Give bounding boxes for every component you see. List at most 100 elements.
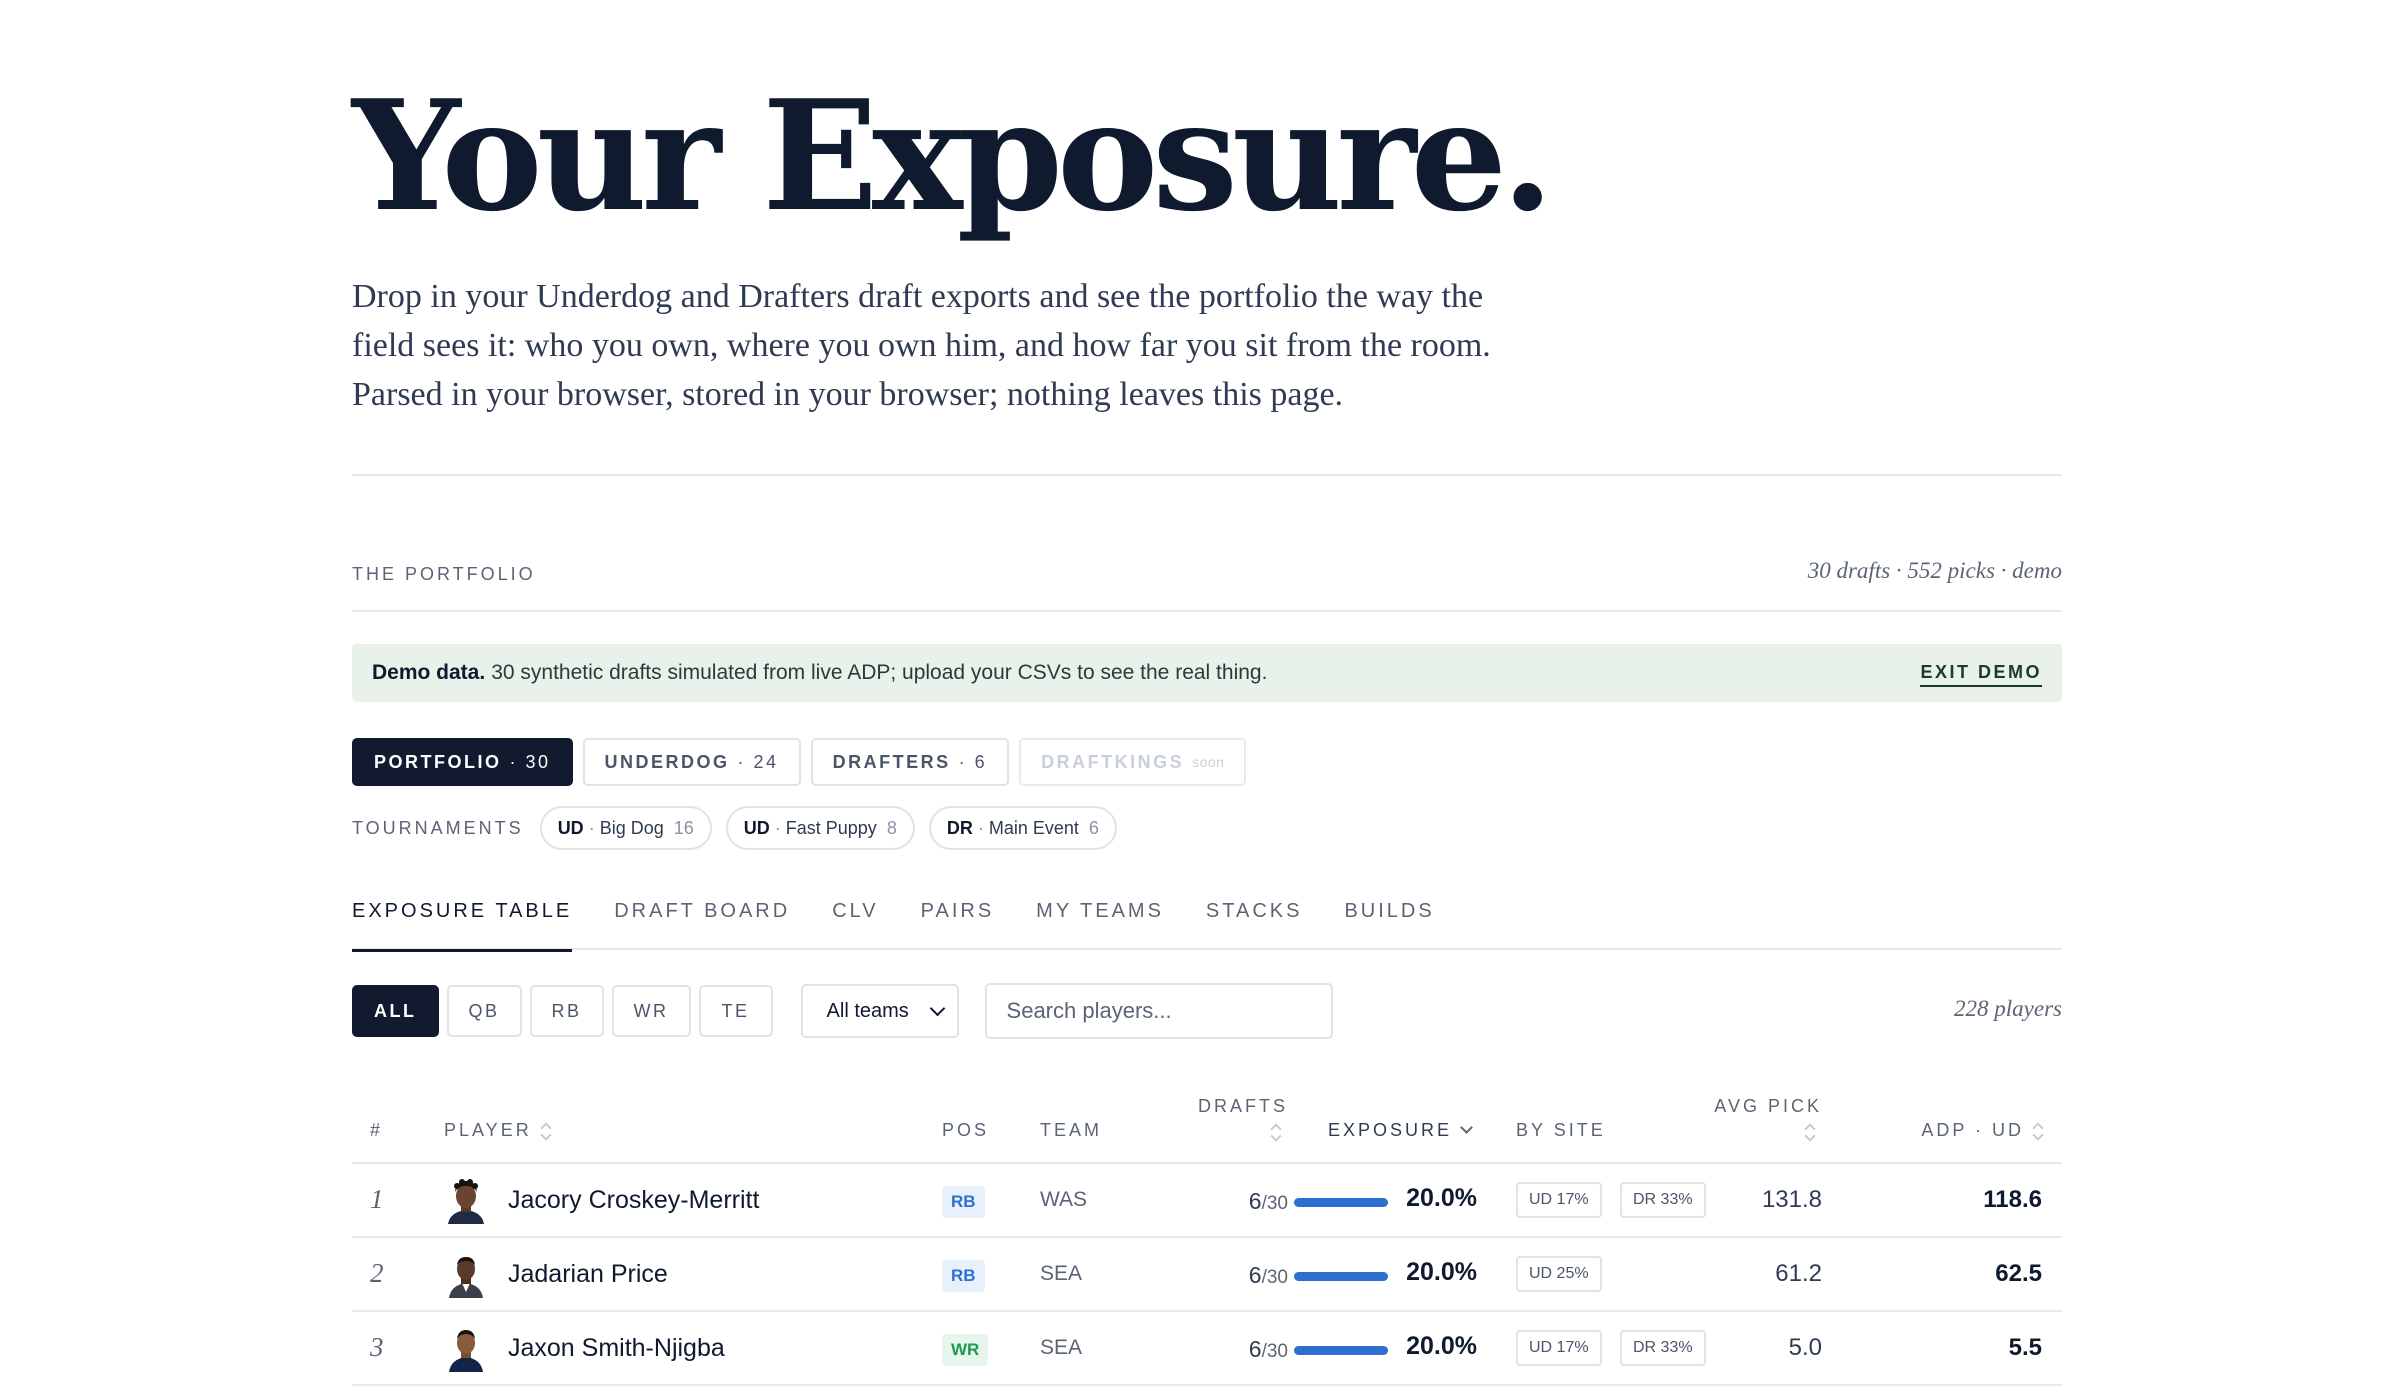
- col-rank: #: [370, 1120, 384, 1140]
- position-filter-wr[interactable]: WR: [611, 985, 691, 1037]
- col-exposure[interactable]: EXPOSURE: [1328, 1120, 1473, 1141]
- demo-banner: Demo data. 30 synthetic drafts simulated…: [352, 644, 2062, 702]
- drafts-count: 6: [1248, 1262, 1262, 1288]
- col-player-label: PLAYER: [444, 1120, 532, 1140]
- chip-name: Fast Puppy: [785, 817, 877, 838]
- page-title: Your Exposure.: [352, 66, 1554, 245]
- tournament-chip-fast-puppy[interactable]: UD · Fast Puppy 8: [725, 806, 915, 850]
- chip-count: 8: [886, 817, 897, 838]
- team: SEA: [1040, 1262, 1083, 1285]
- position-filter-te[interactable]: TE: [698, 985, 773, 1037]
- player-avatar: [449, 1257, 483, 1298]
- tab-portfolio[interactable]: PORTFOLIO · 30: [352, 738, 573, 786]
- player-avatar: [448, 1179, 484, 1224]
- team: SEA: [1040, 1336, 1083, 1359]
- avg-pick: 61.2: [1775, 1260, 1822, 1287]
- drafts-count: 6: [1248, 1188, 1262, 1214]
- site-exposure-chip: DR 33%: [1620, 1182, 1706, 1218]
- table-row[interactable]: 2 Jadarian Price RB SEA 6/30 20.0% UD 25…: [352, 1238, 2062, 1312]
- tab-draft-board[interactable]: DRAFT BOARD: [614, 894, 790, 950]
- tab-count: · 6: [958, 751, 988, 772]
- exit-demo-button[interactable]: EXIT DEMO: [1920, 662, 2042, 687]
- drafts-total: /30: [1261, 1267, 1288, 1288]
- tab-label: DRAFTKINGS: [1041, 751, 1185, 772]
- tab-label: PORTFOLIO: [374, 751, 502, 772]
- chip-count: 6: [1088, 817, 1099, 838]
- table-row[interactable]: 1 Jacory Croskey-Merritt RB WAS 6/30 20.…: [352, 1164, 2062, 1238]
- adp: 118.6: [1983, 1186, 2042, 1213]
- player-name: Jacory Croskey-Merritt: [508, 1186, 760, 1214]
- portfolio-summary: 30 drafts · 552 picks · demo: [1807, 558, 2062, 583]
- chip-site: UD: [557, 817, 584, 838]
- tab-drafters[interactable]: DRAFTERS · 6: [810, 738, 1010, 786]
- col-adp[interactable]: ADP · UD: [1852, 1120, 2042, 1141]
- tab-label: DRAFTERS: [832, 751, 951, 772]
- player-name: Jaxon Smith-Njigba: [508, 1334, 725, 1362]
- rank: 1: [370, 1184, 384, 1214]
- sort-icon: [540, 1122, 550, 1140]
- col-drafts-label: DRAFTS: [1198, 1096, 1288, 1116]
- filter-bar: ALL QB RB WR TE All teams 228 players: [352, 983, 2062, 1039]
- soon-label: soon: [1192, 754, 1225, 770]
- chip-count: 16: [673, 817, 694, 838]
- position-filter-qb[interactable]: QB: [446, 985, 522, 1037]
- col-player[interactable]: PLAYER: [444, 1120, 550, 1141]
- tab-exposure-table[interactable]: EXPOSURE TABLE: [352, 894, 573, 952]
- site-exposure-chip: UD 17%: [1516, 1330, 1602, 1366]
- drafts-count: 6: [1248, 1336, 1262, 1362]
- tournament-chip-main-event[interactable]: DR · Main Event 6: [928, 806, 1117, 850]
- tab-my-teams[interactable]: MY TEAMS: [1036, 894, 1164, 950]
- team-select[interactable]: All teams: [800, 984, 959, 1038]
- rank: 3: [370, 1332, 384, 1362]
- chip-separator: ·: [977, 817, 984, 838]
- tab-builds[interactable]: BUILDS: [1344, 894, 1434, 950]
- tab-clv[interactable]: CLV: [832, 894, 878, 950]
- drafts: 6/30: [1188, 1336, 1288, 1363]
- site-exposure-chip: UD 17%: [1516, 1182, 1602, 1218]
- team: WAS: [1040, 1188, 1088, 1211]
- avg-pick: 5.0: [1788, 1334, 1822, 1361]
- tournament-filters: TOURNAMENTS UD · Big Dog 16 UD · Fast Puppy 8 …: [352, 806, 1117, 850]
- source-tabs: PORTFOLIO · 30 UNDERDOG · 24 DRAFTERS · 6 D…: [352, 738, 1247, 786]
- tab-stacks[interactable]: STACKS: [1206, 894, 1303, 950]
- col-avg-pick[interactable]: AVG PICK: [1672, 1096, 1822, 1141]
- player-name: Jadarian Price: [508, 1260, 668, 1288]
- position-filter-all[interactable]: ALL: [352, 985, 439, 1037]
- col-drafts[interactable]: DRAFTS: [1148, 1096, 1288, 1141]
- position-badge: RB: [942, 1186, 985, 1218]
- col-pos: POS: [942, 1120, 990, 1140]
- site-exposure-chip: DR 33%: [1620, 1330, 1706, 1366]
- tab-label: UNDERDOG: [604, 751, 730, 772]
- chevron-down-icon: [929, 1000, 945, 1016]
- col-exposure-label: EXPOSURE: [1328, 1120, 1453, 1140]
- sort-icon: [2032, 1122, 2042, 1140]
- position-badge: WR: [942, 1334, 989, 1366]
- tab-underdog[interactable]: UNDERDOG · 24: [582, 738, 801, 786]
- search-input[interactable]: [984, 983, 1333, 1039]
- position-filter-rb[interactable]: RB: [529, 985, 604, 1037]
- tab-draftkings: DRAFTKINGS soon: [1019, 738, 1247, 786]
- sort-icon: [1270, 1123, 1280, 1141]
- col-avg-pick-label: AVG PICK: [1714, 1096, 1822, 1116]
- table-row[interactable]: 3 Jaxon Smith-Njigba WR SEA 6/30 20.0% U…: [352, 1312, 2062, 1386]
- page-description: Drop in your Underdog and Drafters draft…: [352, 278, 1491, 413]
- drafts: 6/30: [1188, 1262, 1288, 1289]
- site-exposure-chip: UD 25%: [1516, 1256, 1602, 1292]
- tournament-chip-big-dog[interactable]: UD · Big Dog 16: [539, 806, 712, 850]
- chip-separator: ·: [588, 817, 595, 838]
- adp: 62.5: [1995, 1260, 2042, 1287]
- divider: [352, 474, 2062, 476]
- tab-count: · 24: [737, 751, 779, 772]
- team-select-value: All teams: [826, 999, 909, 1022]
- rank: 2: [370, 1258, 384, 1288]
- chip-name: Main Event: [988, 817, 1079, 838]
- player-count: 228 players: [1954, 996, 2062, 1021]
- demo-banner-strong: Demo data.: [372, 661, 486, 684]
- drafts-total: /30: [1261, 1341, 1288, 1362]
- tab-pairs[interactable]: PAIRS: [921, 894, 995, 950]
- table-header: # PLAYER POS TEAM DRAFTS EXPOSURE BY SIT…: [352, 1086, 2062, 1164]
- col-by-site: BY SITE: [1516, 1120, 1606, 1140]
- section-label: THE PORTFOLIO: [352, 564, 536, 584]
- sort-desc-icon: [1460, 1121, 1473, 1134]
- chip-site: UD: [743, 817, 770, 838]
